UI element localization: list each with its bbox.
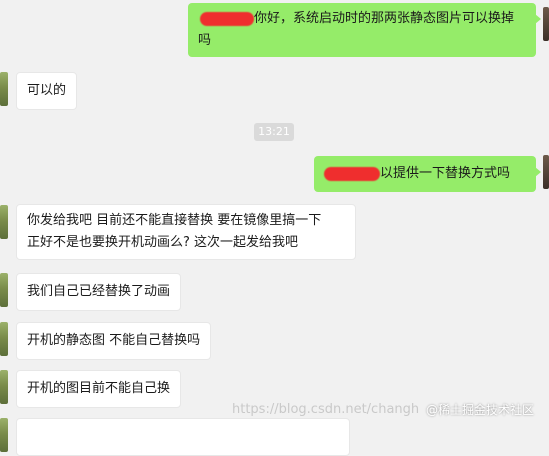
message-text: 正好不是也要换开机动画么? 这次一起发给我吧 bbox=[27, 235, 299, 250]
message-text: 开机的静态图 不能自己替换吗 bbox=[27, 333, 201, 348]
avatar-contact[interactable] bbox=[0, 322, 8, 356]
avatar-self[interactable] bbox=[543, 7, 549, 41]
message-text: 我们自己已经替换了动画 bbox=[27, 284, 171, 299]
redaction-mark bbox=[324, 166, 380, 181]
avatar-contact[interactable] bbox=[0, 418, 8, 452]
watermark-url: https://blog.csdn.net/changh bbox=[232, 402, 420, 417]
time-divider: 13:21 bbox=[254, 123, 294, 141]
message-text: 以提供一下替换方式吗 bbox=[380, 166, 511, 181]
message-bubble-contact[interactable]: 开机的图目前不能自己换 bbox=[16, 370, 182, 408]
avatar-contact[interactable] bbox=[0, 72, 8, 106]
message-bubble-self[interactable]: 以提供一下替换方式吗 bbox=[314, 156, 541, 192]
redaction-mark bbox=[200, 11, 254, 26]
avatar-contact[interactable] bbox=[0, 273, 8, 307]
message-text: 吗 bbox=[198, 33, 212, 48]
avatar-self[interactable] bbox=[543, 155, 549, 189]
message-bubble-contact[interactable] bbox=[16, 418, 350, 456]
watermark-platform: @稀土掘金技术社区 bbox=[426, 403, 535, 417]
message-bubble-self[interactable]: 你好，系统启动时的那两张静态图片可以换掉 吗 bbox=[188, 3, 541, 57]
message-text: 你发给我吧 目前还不能直接替换 要在镜像里搞一下 bbox=[27, 213, 322, 228]
message-bubble-contact[interactable]: 你发给我吧 目前还不能直接替换 要在镜像里搞一下 正好不是也要换开机动画么? 这… bbox=[16, 204, 356, 260]
avatar-contact[interactable] bbox=[0, 205, 8, 239]
message-bubble-contact[interactable]: 可以的 bbox=[16, 72, 78, 110]
message-text: 你好，系统启动时的那两张静态图片可以换掉 bbox=[254, 11, 515, 26]
message-bubble-contact[interactable]: 我们自己已经替换了动画 bbox=[16, 273, 182, 311]
avatar-contact[interactable] bbox=[0, 370, 8, 404]
message-text: 可以的 bbox=[27, 83, 67, 98]
message-bubble-contact[interactable]: 开机的静态图 不能自己替换吗 bbox=[16, 322, 212, 360]
message-text: 开机的图目前不能自己换 bbox=[27, 381, 171, 396]
